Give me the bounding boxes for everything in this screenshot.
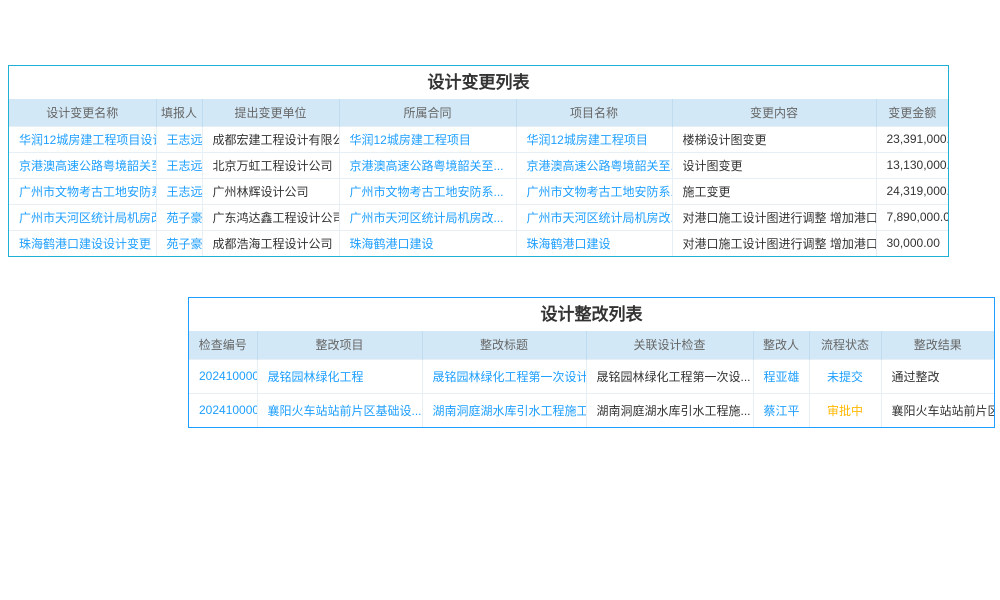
design-rectify-panel: 设计整改列表 检查编号整改项目整改标题关联设计检查整改人流程状态整改结果 202…: [188, 297, 995, 428]
change-reporter-link[interactable]: 王志远: [156, 126, 202, 152]
change-amount-cell: 24,319,000.00: [876, 178, 948, 204]
change-amount-cell: 23,391,000.00: [876, 126, 948, 152]
table-row: 2024100001襄阳火车站站前片区基础设...湖南洞庭湖水库引水工程施工I.…: [189, 393, 994, 427]
change-reporter-link[interactable]: 王志远: [156, 178, 202, 204]
table-row: 广州市文物考古工地安防系...王志远广州林辉设计公司广州市文物考古工地安防系..…: [9, 178, 948, 204]
change-project-link[interactable]: 华润12城房建工程项目: [516, 126, 672, 152]
change-content-cell: 对港口施工设计图进行调整 增加港口管道建设工程: [672, 204, 876, 230]
change-reporter-link[interactable]: 王志远: [156, 152, 202, 178]
design-change-title: 设计变更列表: [9, 66, 948, 99]
change-header-content: 变更内容: [672, 99, 876, 126]
rectify-header-person: 整改人: [753, 331, 809, 359]
change-project-link[interactable]: 珠海鹤港口建设: [516, 230, 672, 256]
change-contract-link[interactable]: 广州市天河区统计局机房改...: [339, 204, 516, 230]
rectify-status-cell: 审批中: [809, 393, 881, 427]
change-contract-link[interactable]: 广州市文物考古工地安防系...: [339, 178, 516, 204]
change-header-contract: 所属合同: [339, 99, 516, 126]
table-row: 2024100002晟铭园林绿化工程晟铭园林绿化工程第一次设计...晟铭园林绿化…: [189, 359, 994, 393]
rectify-person-link[interactable]: 蔡江平: [753, 393, 809, 427]
change-unit-cell: 成都宏建工程设计有限公司: [202, 126, 339, 152]
change-header-amount: 变更金额: [876, 99, 948, 126]
change-content-cell: 对港口施工设计图进行调整 增加港口管道建设工程: [672, 230, 876, 256]
change-unit-cell: 成都浩海工程设计公司: [202, 230, 339, 256]
design-rectify-table: 检查编号整改项目整改标题关联设计检查整改人流程状态整改结果 2024100002…: [189, 331, 994, 427]
change-content-cell: 设计图变更: [672, 152, 876, 178]
rectify-related-cell: 湖南洞庭湖水库引水工程施...: [586, 393, 753, 427]
table-row: 珠海鹤港口建设设计变更苑子豪成都浩海工程设计公司珠海鹤港口建设珠海鹤港口建设对港…: [9, 230, 948, 256]
change-name-link[interactable]: 广州市天河区统计局机房改...: [9, 204, 156, 230]
change-name-link[interactable]: 广州市文物考古工地安防系...: [9, 178, 156, 204]
rectify-result-cell: 襄阳火车站站前片区...: [881, 393, 994, 427]
design-rectify-header-row: 检查编号整改项目整改标题关联设计检查整改人流程状态整改结果: [189, 331, 994, 359]
change-reporter-link[interactable]: 苑子豪: [156, 230, 202, 256]
change-unit-cell: 广州林辉设计公司: [202, 178, 339, 204]
change-contract-link[interactable]: 华润12城房建工程项目: [339, 126, 516, 152]
change-contract-link[interactable]: 京港澳高速公路粤境韶关至...: [339, 152, 516, 178]
rectify-header-result: 整改结果: [881, 331, 994, 359]
change-project-link[interactable]: 广州市文物考古工地安防系...: [516, 178, 672, 204]
rectify-person-link[interactable]: 程亚雄: [753, 359, 809, 393]
change-reporter-link[interactable]: 苑子豪: [156, 204, 202, 230]
change-amount-cell: 30,000.00: [876, 230, 948, 256]
change-name-link[interactable]: 京港澳高速公路粤境韶关至...: [9, 152, 156, 178]
rectify-result-cell: 通过整改: [881, 359, 994, 393]
rectify-project-link[interactable]: 晟铭园林绿化工程: [257, 359, 422, 393]
change-project-link[interactable]: 广州市天河区统计局机房改...: [516, 204, 672, 230]
design-change-header-row: 设计变更名称填报人提出变更单位所属合同项目名称变更内容变更金额: [9, 99, 948, 126]
change-header-reporter: 填报人: [156, 99, 202, 126]
change-unit-cell: 北京万虹工程设计公司: [202, 152, 339, 178]
change-content-cell: 施工变更: [672, 178, 876, 204]
change-amount-cell: 7,890,000.00: [876, 204, 948, 230]
change-unit-cell: 广东鸿达鑫工程设计公司: [202, 204, 339, 230]
change-project-link[interactable]: 京港澳高速公路粤境韶关至...: [516, 152, 672, 178]
rectify-check_no-link[interactable]: 2024100002: [189, 359, 257, 393]
table-row: 京港澳高速公路粤境韶关至...王志远北京万虹工程设计公司京港澳高速公路粤境韶关至…: [9, 152, 948, 178]
change-amount-cell: 13,130,000.00: [876, 152, 948, 178]
table-row: 华润12城房建工程项目设计...王志远成都宏建工程设计有限公司华润12城房建工程…: [9, 126, 948, 152]
design-change-table: 设计变更名称填报人提出变更单位所属合同项目名称变更内容变更金额 华润12城房建工…: [9, 99, 948, 256]
change-header-unit: 提出变更单位: [202, 99, 339, 126]
rectify-header-related: 关联设计检查: [586, 331, 753, 359]
change-header-project: 项目名称: [516, 99, 672, 126]
rectify-status-cell: 未提交: [809, 359, 881, 393]
design-rectify-title: 设计整改列表: [189, 298, 994, 331]
rectify-title-link[interactable]: 湖南洞庭湖水库引水工程施工I...: [422, 393, 586, 427]
rectify-header-check_no: 检查编号: [189, 331, 257, 359]
design-change-panel: 设计变更列表 设计变更名称填报人提出变更单位所属合同项目名称变更内容变更金额 华…: [8, 65, 949, 257]
rectify-related-cell: 晟铭园林绿化工程第一次设...: [586, 359, 753, 393]
change-contract-link[interactable]: 珠海鹤港口建设: [339, 230, 516, 256]
change-content-cell: 楼梯设计图变更: [672, 126, 876, 152]
rectify-project-link[interactable]: 襄阳火车站站前片区基础设...: [257, 393, 422, 427]
rectify-title-link[interactable]: 晟铭园林绿化工程第一次设计...: [422, 359, 586, 393]
rectify-header-project: 整改项目: [257, 331, 422, 359]
table-row: 广州市天河区统计局机房改...苑子豪广东鸿达鑫工程设计公司广州市天河区统计局机房…: [9, 204, 948, 230]
rectify-header-status: 流程状态: [809, 331, 881, 359]
change-name-link[interactable]: 华润12城房建工程项目设计...: [9, 126, 156, 152]
change-name-link[interactable]: 珠海鹤港口建设设计变更: [9, 230, 156, 256]
rectify-check_no-link[interactable]: 2024100001: [189, 393, 257, 427]
change-header-name: 设计变更名称: [9, 99, 156, 126]
rectify-header-title: 整改标题: [422, 331, 586, 359]
